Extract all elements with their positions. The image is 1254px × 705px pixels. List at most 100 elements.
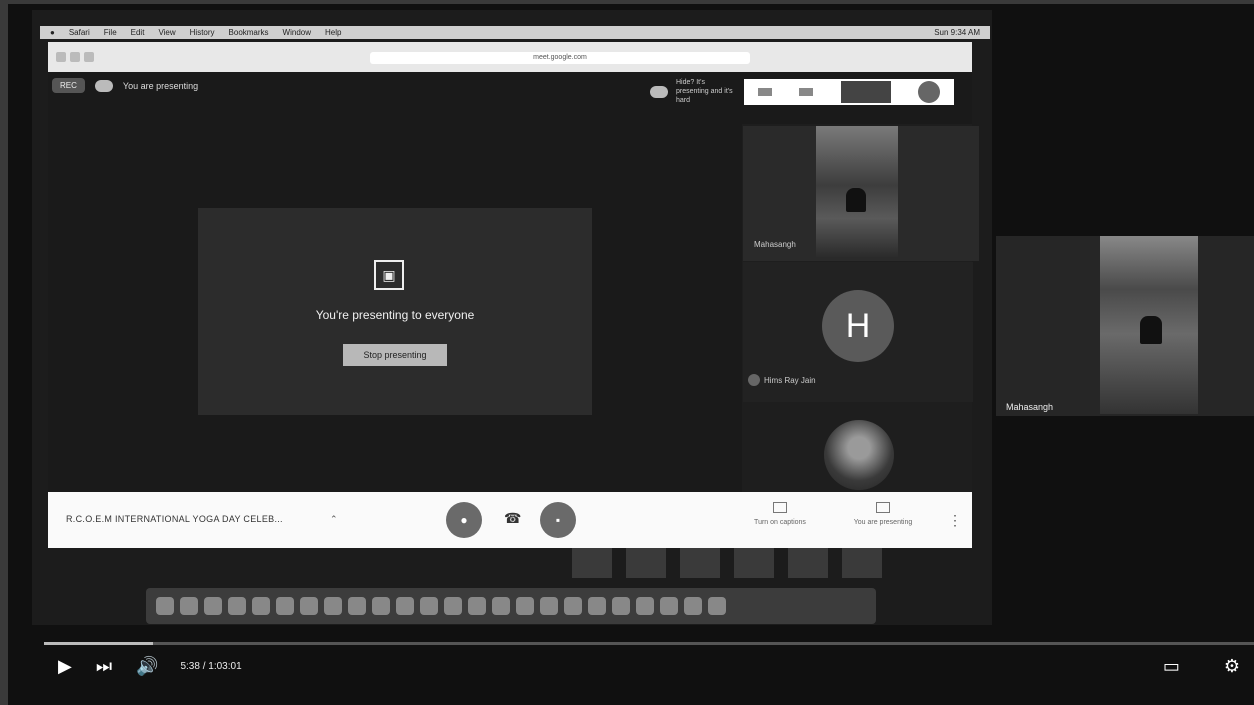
desktop-file-icon	[842, 548, 882, 578]
app-icon	[468, 597, 486, 615]
avatar	[918, 80, 941, 103]
participant-name-row: Hims Ray Jain	[748, 374, 816, 386]
app-icon	[276, 597, 294, 615]
menu-item: Help	[325, 28, 342, 37]
app-icon	[180, 597, 198, 615]
app-icon	[252, 597, 270, 615]
progress-fill	[44, 642, 153, 645]
chevron-up-icon[interactable]: ⌃	[330, 514, 338, 525]
microphone-button[interactable]: ●	[446, 502, 482, 538]
apple-icon: ●	[50, 28, 55, 37]
notice-text: Hide? It's presenting and it's hard	[676, 79, 733, 104]
address-bar: meet.google.com	[370, 52, 750, 64]
app-icon	[372, 597, 390, 615]
app-icon	[444, 597, 462, 615]
presenting-label: You are presenting	[853, 519, 913, 526]
app-icon	[396, 597, 414, 615]
menubar-clock: Sun 9:34 AM	[934, 28, 980, 37]
meet-top-right: Hide? It's presenting and it's hard	[650, 78, 954, 105]
captions-button[interactable]: Turn on captions	[740, 502, 820, 526]
menu-item: Edit	[130, 28, 145, 37]
app-icon	[300, 597, 318, 615]
meet-top-left: REC You are presenting	[52, 78, 198, 93]
person-figure	[1140, 316, 1162, 344]
app-icon	[660, 597, 678, 615]
captions-label: Turn on captions	[754, 519, 806, 526]
app-icon	[636, 597, 654, 615]
menu-item: Safari	[68, 28, 90, 37]
app-icon	[684, 597, 702, 615]
cloud-icon	[94, 79, 113, 92]
app-icon	[348, 597, 366, 615]
meeting-title[interactable]: R.C.O.E.M INTERNATIONAL YOGA DAY CELEB..…	[66, 514, 283, 524]
presenting-status: You are presenting	[122, 80, 199, 91]
forward-icon	[84, 52, 94, 62]
desktop-file-icon	[626, 548, 666, 578]
app-icon	[228, 597, 246, 615]
app-icon	[420, 597, 438, 615]
menu-item: View	[158, 28, 176, 37]
people-icon	[757, 87, 772, 96]
desktop-file-icon	[680, 548, 720, 578]
volume-icon[interactable]: 🔊	[136, 656, 158, 677]
app-icon	[516, 597, 534, 615]
floating-video	[1100, 236, 1198, 414]
presenting-title: You're presenting to everyone	[315, 308, 475, 322]
meet-control-bar: R.C.O.E.M INTERNATIONAL YOGA DAY CELEB..…	[48, 492, 972, 548]
next-icon[interactable]: ⏭	[96, 656, 112, 677]
frame-edge-top	[0, 0, 1254, 4]
desktop-file-icon	[734, 548, 774, 578]
app-icon	[540, 597, 558, 615]
mac-dock	[146, 588, 876, 624]
meet-top-panel	[744, 78, 954, 105]
time-display: 5:38 / 1:03:01	[180, 660, 242, 672]
floating-video-tile[interactable]: Mahasangh	[996, 236, 1254, 416]
desktop-file-icon	[788, 548, 828, 578]
app-icon	[564, 597, 582, 615]
participant-initial-avatar: H	[822, 290, 894, 362]
app-icon	[708, 597, 726, 615]
participant-video	[816, 126, 898, 258]
recording-badge: REC	[52, 78, 85, 93]
floating-participant-name: Mahasangh	[1006, 402, 1054, 412]
subtitles-icon[interactable]: ▭	[1163, 656, 1180, 677]
participant-name: Hims Ray Jain	[764, 375, 816, 385]
settings-icon[interactable]: ⚙	[1224, 656, 1240, 677]
browser-toolbar: meet.google.com	[48, 42, 972, 72]
progress-bar[interactable]	[44, 642, 1254, 645]
finder-icon	[156, 597, 174, 615]
sidebar-icon	[56, 52, 66, 62]
menu-item: Bookmarks	[228, 28, 269, 37]
self-thumbnail	[840, 80, 891, 103]
menu-item: File	[103, 28, 117, 37]
app-icon	[324, 597, 342, 615]
frame-edge-left	[0, 0, 8, 705]
present-screen-icon: ▣	[374, 260, 404, 290]
mic-muted-icon	[748, 374, 760, 386]
desktop-icons	[572, 548, 952, 588]
app-icon	[588, 597, 606, 615]
app-icon	[492, 597, 510, 615]
person-figure	[846, 188, 866, 212]
play-icon[interactable]: ▶	[58, 656, 72, 677]
mac-menubar: ● Safari File Edit View History Bookmark…	[40, 26, 990, 39]
stop-presenting-button[interactable]: Stop presenting	[343, 344, 447, 366]
menu-item: History	[189, 28, 215, 37]
desktop-file-icon	[572, 548, 612, 578]
presenting-button[interactable]: You are presenting	[838, 502, 928, 526]
presenting-panel: ▣ You're presenting to everyone Stop pre…	[198, 208, 592, 415]
app-icon	[204, 597, 222, 615]
menu-item: Window	[282, 28, 311, 37]
back-icon	[70, 52, 80, 62]
captions-icon	[773, 502, 787, 513]
chat-icon	[799, 87, 814, 96]
cloud-icon	[650, 85, 668, 98]
participant-avatar	[824, 420, 894, 490]
browser-nav	[56, 52, 94, 62]
camera-button[interactable]: ▪	[540, 502, 576, 538]
more-options-icon[interactable]: ⋮	[948, 512, 962, 529]
present-icon	[876, 502, 890, 513]
hang-up-icon[interactable]: ☎	[504, 510, 521, 527]
app-icon	[612, 597, 630, 615]
participant-name: Mahasangh	[754, 240, 796, 249]
